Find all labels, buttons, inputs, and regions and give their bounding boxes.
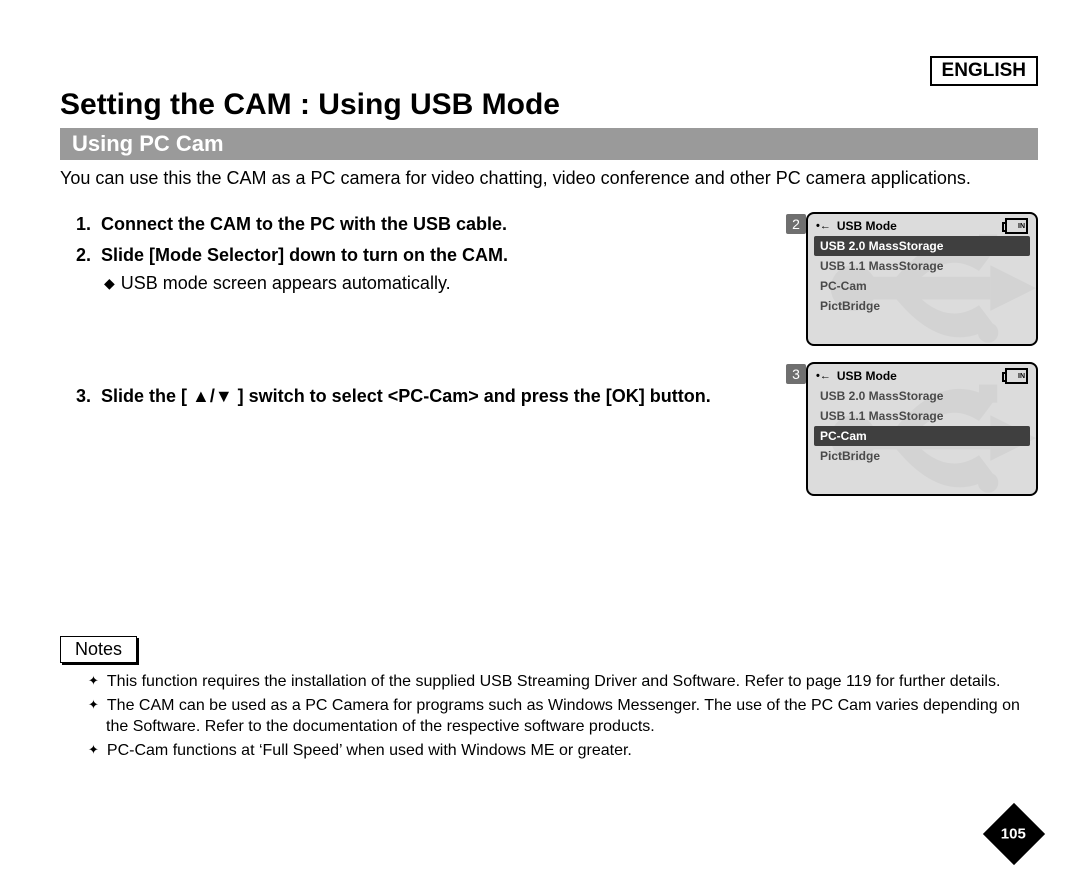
lcd-2-header: •← USB Mode IN: [808, 214, 1036, 236]
lcd-3-title: USB Mode: [837, 369, 897, 383]
step-3-text: Slide the [ ▲/▼ ] switch to select <PC-C…: [101, 386, 711, 406]
menu-item-usb20[interactable]: USB 2.0 MassStorage: [814, 236, 1030, 256]
lcd-2-title: USB Mode: [837, 219, 897, 233]
note-2: The CAM can be used as a PC Camera for p…: [88, 695, 1038, 738]
content-row: 1. Connect the CAM to the PC with the US…: [60, 212, 1038, 496]
menu-item-pictbridge[interactable]: PictBridge: [814, 446, 1030, 466]
in-badge-icon: IN: [1005, 368, 1028, 384]
panel-2-badge: 2: [786, 214, 806, 234]
panel-3-badge: 3: [786, 364, 806, 384]
page-title: Setting the CAM : Using USB Mode: [60, 88, 1038, 122]
lcd-2-menu: USB 2.0 MassStorage USB 1.1 MassStorage …: [808, 236, 1036, 344]
step-2-text: Slide [Mode Selector] down to turn on th…: [101, 245, 508, 265]
notes-list: This function requires the installation …: [60, 671, 1038, 761]
section-heading: Using PC Cam: [60, 128, 1038, 160]
menu-item-pccam[interactable]: PC-Cam: [814, 276, 1030, 296]
page-number: 105: [1001, 826, 1026, 843]
menu-item-pccam[interactable]: PC-Cam: [814, 426, 1030, 446]
usb-icon: •←: [816, 220, 831, 232]
step-1-text: Connect the CAM to the PC with the USB c…: [101, 214, 507, 234]
panel-3-wrap: 3 •← USB Mode IN: [786, 362, 1038, 496]
step-1-num: 1.: [76, 214, 91, 234]
lcd-panels: 2 •← USB Mode IN: [786, 212, 1038, 496]
lcd-panel-3: •← USB Mode IN USB 2.0 MassStorage USB 1…: [806, 362, 1038, 496]
menu-item-pictbridge[interactable]: PictBridge: [814, 296, 1030, 316]
intro-text: You can use this the CAM as a PC camera …: [60, 166, 1038, 190]
menu-item-usb20[interactable]: USB 2.0 MassStorage: [814, 386, 1030, 406]
usb-icon: •←: [816, 370, 831, 382]
lcd-panel-2: •← USB Mode IN USB 2.0 MassStorage USB 1…: [806, 212, 1038, 346]
page-number-badge: 105: [983, 803, 1045, 865]
lcd-3-header: •← USB Mode IN: [808, 364, 1036, 386]
lcd-3-menu: USB 2.0 MassStorage USB 1.1 MassStorage …: [808, 386, 1036, 494]
step-3-num: 3.: [76, 386, 91, 406]
step-2: 2. Slide [Mode Selector] down to turn on…: [60, 243, 766, 267]
step-3: 3. Slide the [ ▲/▼ ] switch to select <P…: [60, 384, 766, 408]
notes-label: Notes: [60, 636, 137, 663]
menu-item-usb11[interactable]: USB 1.1 MassStorage: [814, 256, 1030, 276]
language-badge: ENGLISH: [930, 56, 1038, 86]
panel-2-wrap: 2 •← USB Mode IN: [786, 212, 1038, 346]
step-2-sub: USB mode screen appears automatically.: [60, 273, 766, 294]
note-1: This function requires the installation …: [88, 671, 1038, 693]
step-2-num: 2.: [76, 245, 91, 265]
in-badge-icon: IN: [1005, 218, 1028, 234]
steps-column: 1. Connect the CAM to the PC with the US…: [60, 212, 766, 414]
step-1: 1. Connect the CAM to the PC with the US…: [60, 212, 766, 236]
note-3: PC-Cam functions at ‘Full Speed’ when us…: [88, 740, 1038, 762]
menu-item-usb11[interactable]: USB 1.1 MassStorage: [814, 406, 1030, 426]
